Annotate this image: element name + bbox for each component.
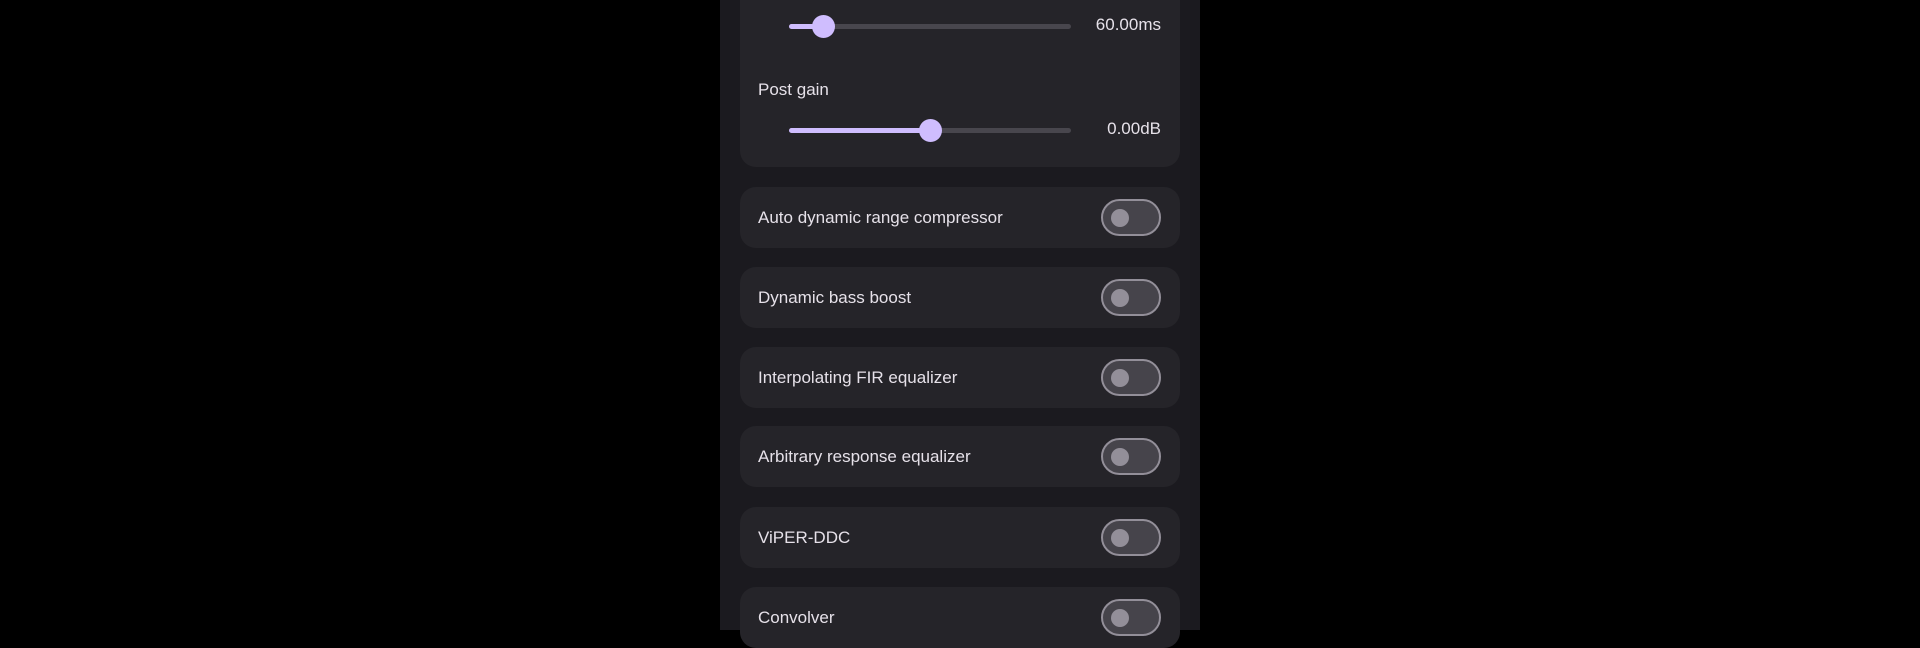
switch-knob: [1111, 529, 1129, 547]
toggle-row-interpolating-fir-equalizer[interactable]: Interpolating FIR equalizer: [740, 347, 1180, 408]
arbitrary-response-equalizer-switch[interactable]: [1101, 438, 1161, 475]
slider-card: 60.00ms Post gain 0.00dB: [740, 0, 1180, 167]
toggle-row-dynamic-bass-boost[interactable]: Dynamic bass boost: [740, 267, 1180, 328]
switch-knob: [1111, 209, 1129, 227]
slider-fill: [789, 128, 930, 133]
post-gain-label: Post gain: [758, 80, 829, 99]
post-gain-value: 0.00dB: [1107, 119, 1161, 138]
switch-knob: [1111, 369, 1129, 387]
settings-panel: 60.00ms Post gain 0.00dB Auto dynamic ra…: [720, 0, 1200, 648]
slider-1[interactable]: [789, 15, 1071, 38]
toggle-label: Arbitrary response equalizer: [758, 446, 971, 466]
toggle-row-viper-ddc[interactable]: ViPER-DDC: [740, 507, 1180, 568]
switch-knob: [1111, 289, 1129, 307]
switch-knob: [1111, 448, 1129, 466]
toggle-label: Auto dynamic range compressor: [758, 207, 1003, 227]
toggle-label: ViPER-DDC: [758, 527, 851, 547]
slider-thumb[interactable]: [919, 119, 942, 142]
toggle-row-auto-dynamic-range-compressor[interactable]: Auto dynamic range compressor: [740, 187, 1180, 248]
convolver-switch[interactable]: [1101, 599, 1161, 636]
toggle-row-arbitrary-response-equalizer[interactable]: Arbitrary response equalizer: [740, 426, 1180, 487]
toggle-label: Interpolating FIR equalizer: [758, 367, 958, 387]
toggle-label: Dynamic bass boost: [758, 287, 912, 307]
auto-dynamic-range-compressor-switch[interactable]: [1101, 199, 1161, 236]
slider-1-value: 60.00ms: [1095, 15, 1161, 34]
interpolating-fir-equalizer-switch[interactable]: [1101, 359, 1161, 396]
dynamic-bass-boost-switch[interactable]: [1101, 279, 1161, 316]
viper-ddc-switch[interactable]: [1101, 519, 1161, 556]
post-gain-slider[interactable]: [789, 119, 1071, 142]
toggle-row-convolver[interactable]: Convolver: [740, 587, 1180, 648]
switch-knob: [1111, 609, 1129, 627]
slider-thumb[interactable]: [811, 15, 835, 38]
toggle-label: Convolver: [758, 607, 835, 627]
